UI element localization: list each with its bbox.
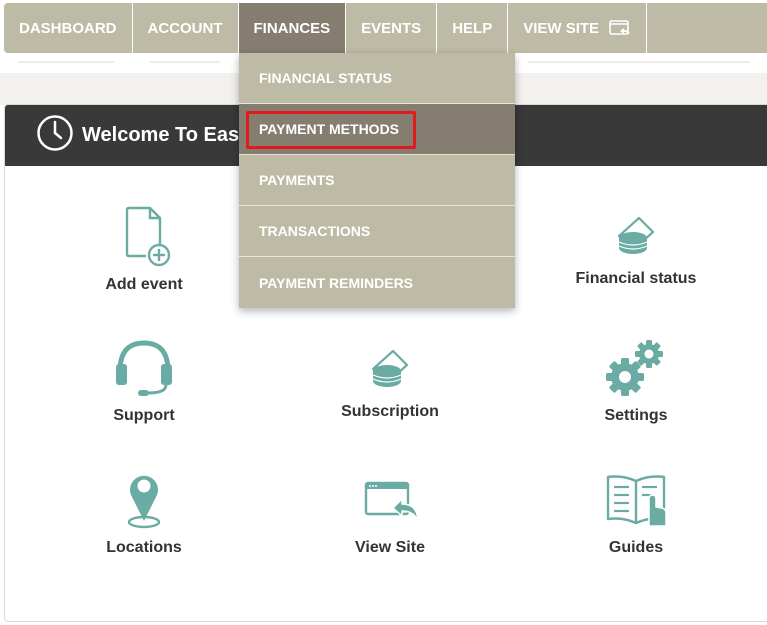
add-document-icon xyxy=(54,204,234,268)
menu-item-transactions[interactable]: TRANSACTIONS xyxy=(239,206,515,257)
tile-support[interactable]: Support xyxy=(54,337,234,425)
nav-separator xyxy=(18,61,114,63)
menu-item-label: TRANSACTIONS xyxy=(259,223,371,239)
tile-label: Add event xyxy=(105,276,183,293)
top-nav: DASHBOARD ACCOUNT FINANCES EVENTS HELP V… xyxy=(4,3,767,53)
view-site-icon xyxy=(609,20,631,36)
finances-dropdown: FINANCIAL STATUS PAYMENT METHODS PAYMENT… xyxy=(239,53,515,308)
headset-icon xyxy=(54,337,234,399)
tile-guides[interactable]: Guides xyxy=(546,469,726,557)
tile-subscription[interactable]: Subscription xyxy=(300,345,480,421)
nav-separator xyxy=(528,61,750,63)
nav-account[interactable]: ACCOUNT xyxy=(133,3,239,53)
nav-events-label: EVENTS xyxy=(361,19,422,37)
book-hand-icon xyxy=(546,469,726,531)
menu-item-label: PAYMENT METHODS xyxy=(259,121,400,137)
tile-label: Settings xyxy=(604,407,668,424)
tile-locations[interactable]: Locations xyxy=(54,469,234,557)
nav-separator xyxy=(150,61,220,63)
tile-add-event[interactable]: Add event xyxy=(54,204,234,294)
tile-label: View Site xyxy=(355,539,425,556)
menu-item-payment-reminders[interactable]: PAYMENT REMINDERS xyxy=(239,257,515,308)
menu-item-label: PAYMENTS xyxy=(259,172,335,188)
nav-dashboard-label: DASHBOARD xyxy=(19,19,117,37)
nav-help-label: HELP xyxy=(452,19,493,37)
nav-events[interactable]: EVENTS xyxy=(346,3,438,53)
nav-help[interactable]: HELP xyxy=(437,3,509,53)
nav-account-label: ACCOUNT xyxy=(147,19,223,37)
nav-dashboard[interactable]: DASHBOARD xyxy=(4,3,133,53)
money-stack-icon xyxy=(300,345,480,395)
nav-finances[interactable]: FINANCES xyxy=(238,3,347,53)
nav-finances-label: FINANCES xyxy=(253,19,331,37)
tile-view-site[interactable]: View Site xyxy=(300,469,480,557)
clock-icon xyxy=(36,114,74,157)
menu-item-financial-status[interactable]: FINANCIAL STATUS xyxy=(239,53,515,104)
menu-item-payment-methods[interactable]: PAYMENT METHODS xyxy=(239,104,515,155)
menu-item-payments[interactable]: PAYMENTS xyxy=(239,155,515,206)
tile-label: Support xyxy=(113,407,175,424)
tile-label: Guides xyxy=(608,539,664,556)
tile-label: Subscription xyxy=(341,403,439,420)
gears-icon xyxy=(546,337,726,399)
money-stack-icon xyxy=(546,212,726,262)
tile-label: Financial status xyxy=(575,270,697,287)
tile-settings[interactable]: Settings xyxy=(546,337,726,425)
menu-item-label: FINANCIAL STATUS xyxy=(259,70,392,86)
map-pin-icon xyxy=(54,469,234,531)
nav-view-site-label: VIEW SITE xyxy=(523,19,600,37)
browser-share-icon xyxy=(300,469,480,531)
menu-item-label: PAYMENT REMINDERS xyxy=(259,274,414,291)
nav-view-site[interactable]: VIEW SITE xyxy=(508,3,648,53)
tile-label: Locations xyxy=(106,539,182,556)
tile-financial-status[interactable]: Financial status xyxy=(546,212,726,288)
panel-title: Welcome To Easy xyxy=(82,124,251,146)
